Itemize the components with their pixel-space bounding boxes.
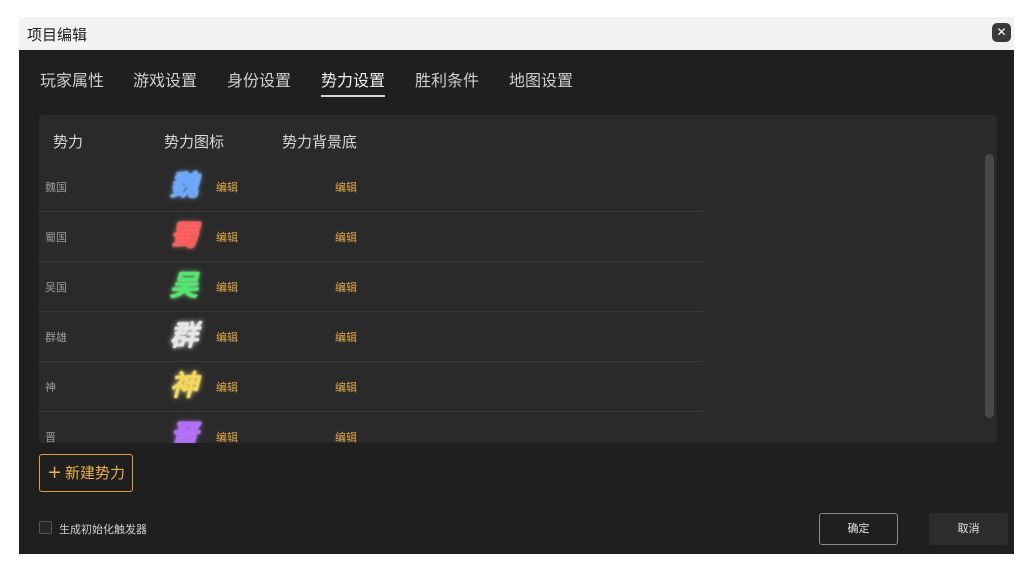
- ok-button[interactable]: 确定: [819, 513, 898, 545]
- faction-emblem-icon: 魏: [169, 169, 198, 202]
- edit-icon-link[interactable]: 编辑: [216, 429, 238, 443]
- close-icon[interactable]: ✕: [992, 23, 1011, 42]
- edit-icon-link[interactable]: 编辑: [216, 179, 238, 195]
- faction-emblem-icon: 蜀: [169, 219, 198, 252]
- table-row: 神 神 编辑 编辑: [39, 361, 703, 412]
- faction-name: 吴国: [45, 281, 67, 294]
- cancel-button[interactable]: 取消: [929, 513, 1008, 545]
- generate-trigger-checkbox[interactable]: [39, 521, 52, 534]
- faction-table: 势力 势力图标 势力背景底 魏国 魏 编辑 编辑 蜀国 蜀 编辑 编辑 吴国 吴…: [39, 115, 997, 443]
- column-header-faction: 势力: [53, 133, 84, 151]
- edit-background-link[interactable]: 编辑: [335, 179, 357, 195]
- edit-background-link[interactable]: 编辑: [335, 229, 357, 245]
- table-row: 蜀国 蜀 编辑 编辑: [39, 211, 703, 262]
- column-header-faction-background: 势力背景底: [282, 133, 358, 151]
- faction-emblem-icon: 神: [169, 369, 198, 402]
- table-row: 吴国 吴 编辑 编辑: [39, 261, 703, 312]
- new-faction-button[interactable]: + 新建势力: [39, 454, 133, 492]
- faction-name: 蜀国: [45, 231, 67, 244]
- edit-background-link[interactable]: 编辑: [335, 279, 357, 295]
- faction-name: 神: [45, 381, 56, 394]
- table-row: 魏国 魏 编辑 编辑: [39, 161, 703, 212]
- faction-emblem-icon: 群: [169, 319, 198, 352]
- table-row: 群雄 群 编辑 编辑: [39, 311, 703, 362]
- tab-victory-conditions[interactable]: 胜利条件: [415, 67, 479, 91]
- edit-icon-link[interactable]: 编辑: [216, 279, 238, 295]
- dialog-title: 项目编辑: [27, 26, 88, 44]
- tab-bar: 玩家属性 游戏设置 身份设置 势力设置 胜利条件 地图设置: [19, 50, 1014, 100]
- new-faction-label: 新建势力: [65, 464, 126, 482]
- edit-background-link[interactable]: 编辑: [335, 329, 357, 345]
- table-row: 晋 晋 编辑 编辑: [39, 411, 703, 443]
- table-scrollbar[interactable]: [985, 154, 994, 418]
- faction-name: 魏国: [45, 181, 67, 194]
- title-bar: 项目编辑 ✕: [19, 17, 1014, 50]
- edit-background-link[interactable]: 编辑: [335, 429, 357, 443]
- edit-background-link[interactable]: 编辑: [335, 379, 357, 395]
- edit-icon-link[interactable]: 编辑: [216, 229, 238, 245]
- tab-identity-settings[interactable]: 身份设置: [227, 67, 291, 91]
- faction-name: 群雄: [45, 331, 67, 344]
- faction-name: 晋: [45, 431, 56, 443]
- generate-trigger-label: 生成初始化触发器: [59, 523, 147, 536]
- tab-faction-settings[interactable]: 势力设置: [321, 67, 386, 97]
- tab-map-settings[interactable]: 地图设置: [509, 67, 573, 91]
- edit-icon-link[interactable]: 编辑: [216, 379, 238, 395]
- table-header: 势力 势力图标 势力背景底: [39, 115, 997, 165]
- project-edit-dialog: 项目编辑 ✕ 玩家属性 游戏设置 身份设置 势力设置 胜利条件 地图设置 势力 …: [19, 17, 1014, 554]
- plus-icon: +: [46, 462, 63, 483]
- tab-player-attributes[interactable]: 玩家属性: [40, 67, 104, 91]
- column-header-faction-icon: 势力图标: [164, 133, 225, 151]
- faction-emblem-icon: 晋: [169, 419, 198, 443]
- faction-emblem-icon: 吴: [169, 269, 198, 302]
- edit-icon-link[interactable]: 编辑: [216, 329, 238, 345]
- tab-game-settings[interactable]: 游戏设置: [133, 67, 197, 91]
